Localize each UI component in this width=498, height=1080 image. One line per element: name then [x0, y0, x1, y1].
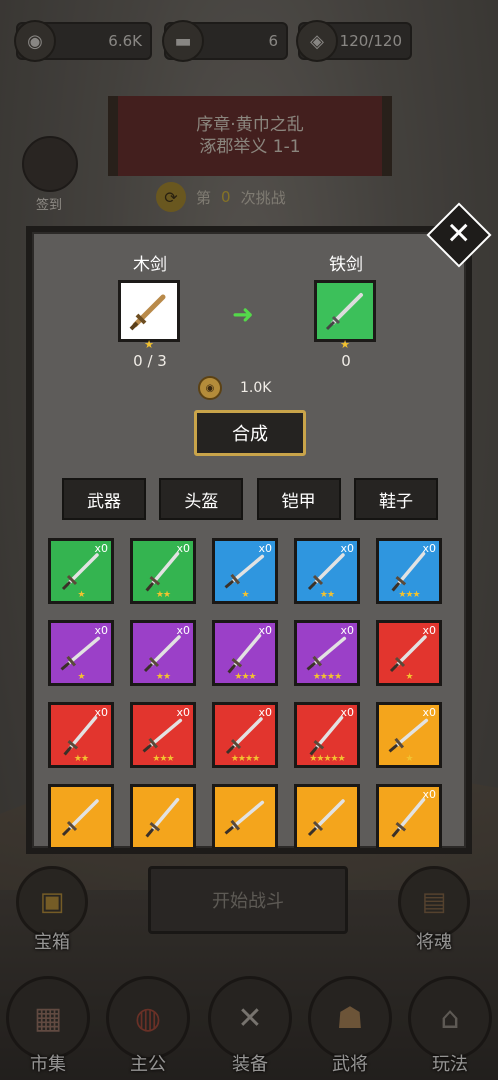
item-stars: ★★★★: [312, 672, 342, 682]
item-quantity: x0: [340, 542, 354, 555]
item-quantity: x0: [422, 624, 436, 637]
coin-icon: ◉: [198, 376, 222, 400]
equipment-cell[interactable]: x0 ★★: [294, 538, 360, 604]
sword-icon: [145, 797, 180, 838]
equipment-cell[interactable]: x0 ★: [376, 702, 442, 768]
item-stars: ★: [77, 590, 85, 600]
equipment-cell[interactable]: x0 ★★★★: [212, 702, 278, 768]
item-stars: ★★★: [234, 672, 256, 682]
item-quantity: x0: [94, 542, 108, 555]
combine-button[interactable]: 合成: [194, 410, 306, 456]
item-quantity: x0: [340, 706, 354, 719]
item-quantity: x0: [258, 542, 272, 555]
item-stars: ★★: [155, 672, 171, 682]
item-quantity: x0: [422, 542, 436, 555]
equipment-cell[interactable]: x0 ★★★: [212, 620, 278, 686]
tab-armor[interactable]: 铠甲: [256, 478, 341, 520]
sword-icon: [61, 799, 99, 837]
item-stars: ★: [241, 590, 249, 600]
equipment-cell[interactable]: [212, 784, 278, 848]
iron-sword-icon: [325, 293, 363, 331]
source-item-slot[interactable]: ★: [118, 280, 180, 351]
item-stars: ★: [405, 672, 413, 682]
item-stars: ★★★★★: [309, 754, 345, 764]
item-stars: ★: [405, 754, 413, 764]
item-stars: ★★: [319, 590, 335, 600]
tab-weapon[interactable]: 武器: [62, 478, 146, 520]
equipment-grid: x0 ★ x0 ★★ x0 ★ x0 ★★ x0 ★★★ x0 ★ x0 ★★ x0 ★★★ x0 ★★★★ x0 ★…: [48, 538, 450, 848]
equipment-cell[interactable]: [48, 784, 114, 848]
item-quantity: x0: [176, 624, 190, 637]
equipment-cell[interactable]: x0 ★: [48, 538, 114, 604]
item-quantity: x0: [422, 788, 436, 801]
equipment-cell[interactable]: x0 ★: [376, 620, 442, 686]
tab-helmet[interactable]: 头盔: [159, 478, 244, 520]
item-quantity: x0: [94, 706, 108, 719]
equipment-cell[interactable]: x0 ★: [212, 538, 278, 604]
item-quantity: x0: [176, 706, 190, 719]
item-quantity: x0: [176, 542, 190, 555]
equipment-cell[interactable]: x0 ★★★★★: [294, 702, 360, 768]
equipment-tabs: 武器 头盔 铠甲 鞋子: [62, 478, 438, 520]
tab-shoes[interactable]: 鞋子: [353, 478, 438, 520]
equipment-cell[interactable]: x0 ★★★★: [294, 620, 360, 686]
item-stars: ★★: [155, 590, 171, 600]
target-item-name: 铁剑: [329, 255, 363, 275]
target-item-stars: ★: [340, 338, 350, 351]
synthesis-cost: ◉ 1.0K: [198, 376, 271, 400]
item-quantity: x0: [94, 624, 108, 637]
equipment-cell[interactable]: x0 ★★: [48, 702, 114, 768]
item-quantity: x0: [258, 706, 272, 719]
item-stars: ★★: [73, 754, 89, 764]
item-quantity: x0: [340, 624, 354, 637]
close-icon: ✕: [446, 216, 472, 252]
item-quantity: x0: [258, 624, 272, 637]
cost-value: 1.0K: [240, 380, 272, 396]
item-stars: ★★★★: [230, 754, 260, 764]
equipment-cell[interactable]: [294, 784, 360, 848]
source-item-name: 木剑: [133, 255, 167, 275]
equipment-cell[interactable]: x0 ★★★: [130, 702, 196, 768]
item-stars: ★★★: [152, 754, 174, 764]
sword-icon: [307, 799, 345, 837]
equipment-cell[interactable]: x0 ★★: [130, 620, 196, 686]
combine-label: 合成: [232, 424, 268, 445]
wooden-sword-icon: [129, 294, 166, 331]
item-quantity: x0: [422, 706, 436, 719]
equipment-cell[interactable]: x0 ★: [48, 620, 114, 686]
equipment-cell[interactable]: x0 ★★: [130, 538, 196, 604]
item-stars: ★★★: [398, 590, 420, 600]
source-item-count: 0 / 3: [133, 352, 167, 370]
item-stars: ★: [77, 672, 85, 682]
sword-icon: [224, 800, 265, 835]
source-item-stars: ★: [144, 338, 154, 351]
equipment-cell[interactable]: x0: [376, 784, 442, 848]
equipment-cell[interactable]: x0 ★★★: [376, 538, 442, 604]
target-item-slot[interactable]: ★: [314, 280, 376, 351]
arrow-right-icon: ➜: [232, 300, 254, 330]
target-item-count: 0: [341, 352, 351, 370]
equipment-cell[interactable]: [130, 784, 196, 848]
